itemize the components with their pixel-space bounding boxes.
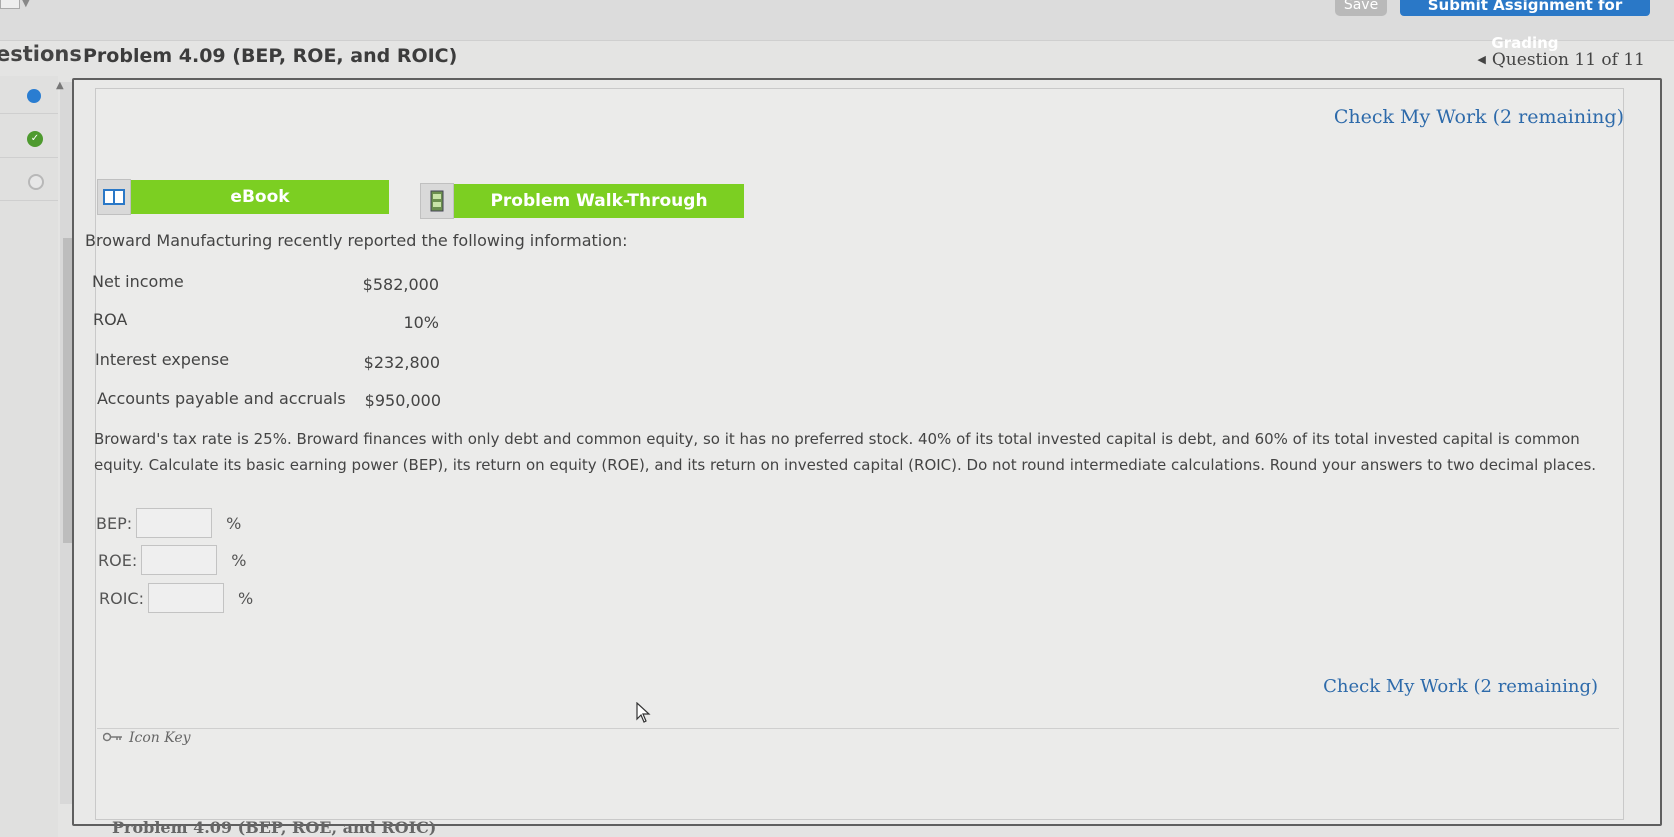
answer-label: BEP: <box>96 513 133 533</box>
given-value: 10% <box>403 313 439 332</box>
icon-key-link[interactable]: Icon Key <box>102 730 191 746</box>
menu-icon[interactable] <box>0 0 20 9</box>
answer-label: ROIC: <box>99 588 144 608</box>
check-my-work-link[interactable]: Check My Work (2 remaining) <box>1323 676 1598 697</box>
answer-label: ROE: <box>98 550 138 570</box>
submit-assignment-button[interactable]: Submit Assignment for Grading <box>1400 0 1650 52</box>
problem-walkthrough-button[interactable]: Problem Walk-Through <box>420 183 744 219</box>
questions-label: estions <box>0 42 82 66</box>
save-button[interactable]: Save <box>1335 0 1387 16</box>
answer-row-roic: ROIC: % <box>99 583 253 613</box>
film-icon <box>420 183 454 219</box>
footer-title: Problem 4.09 (BEP, ROE, and ROIC) <box>112 818 437 837</box>
icon-key-label: Icon Key <box>129 730 191 746</box>
ebook-label: eBook <box>131 180 389 214</box>
percent-unit: % <box>238 588 254 608</box>
answer-row-roe: ROE: % <box>98 545 246 575</box>
divider <box>97 728 1619 729</box>
chevron-down-icon[interactable]: ▼ <box>22 0 30 9</box>
book-icon <box>97 179 131 215</box>
unanswered-question-icon[interactable] <box>28 174 44 190</box>
question-nav[interactable]: ◀ Question 11 of 11 <box>1477 50 1645 70</box>
completed-question-icon[interactable]: ✓ <box>27 131 43 147</box>
given-label: Accounts payable and accruals <box>97 389 346 408</box>
given-label: ROA <box>93 310 128 329</box>
divider <box>0 200 58 201</box>
divider <box>0 157 58 158</box>
question-list <box>0 76 58 837</box>
check-my-work-link[interactable]: Check My Work (2 remaining) <box>1334 106 1624 128</box>
answer-row-bep: BEP: % <box>96 508 241 538</box>
given-value: $232,800 <box>363 353 440 372</box>
question-nav-label: Question 11 of 11 <box>1491 50 1645 70</box>
given-label: Net income <box>92 272 184 291</box>
percent-unit: % <box>226 513 242 533</box>
roic-input[interactable] <box>148 583 224 613</box>
given-value: $582,000 <box>362 275 439 294</box>
given-label: Interest expense <box>95 350 230 369</box>
divider <box>0 113 58 114</box>
mouse-cursor-icon <box>636 701 652 728</box>
scroll-up-icon[interactable]: ▲ <box>56 80 64 91</box>
caret-left-icon[interactable]: ◀ <box>1477 53 1485 66</box>
key-icon <box>102 730 123 746</box>
given-value: $950,000 <box>364 391 441 410</box>
top-toolbar: ▼ Save Submit Assignment for Grading <box>0 0 1674 52</box>
problem-description: Broward's tax rate is 25%. Broward finan… <box>94 430 1597 474</box>
walkthrough-label: Problem Walk-Through <box>454 184 744 218</box>
percent-unit: % <box>231 550 247 570</box>
ebook-button[interactable]: eBook <box>97 179 389 215</box>
problem-intro: Broward Manufacturing recently reported … <box>85 231 628 250</box>
bep-input[interactable] <box>136 508 213 538</box>
roe-input[interactable] <box>141 545 218 575</box>
page-title: Problem 4.09 (BEP, ROE, and ROIC) <box>83 45 458 67</box>
current-question-icon[interactable] <box>27 89 41 103</box>
